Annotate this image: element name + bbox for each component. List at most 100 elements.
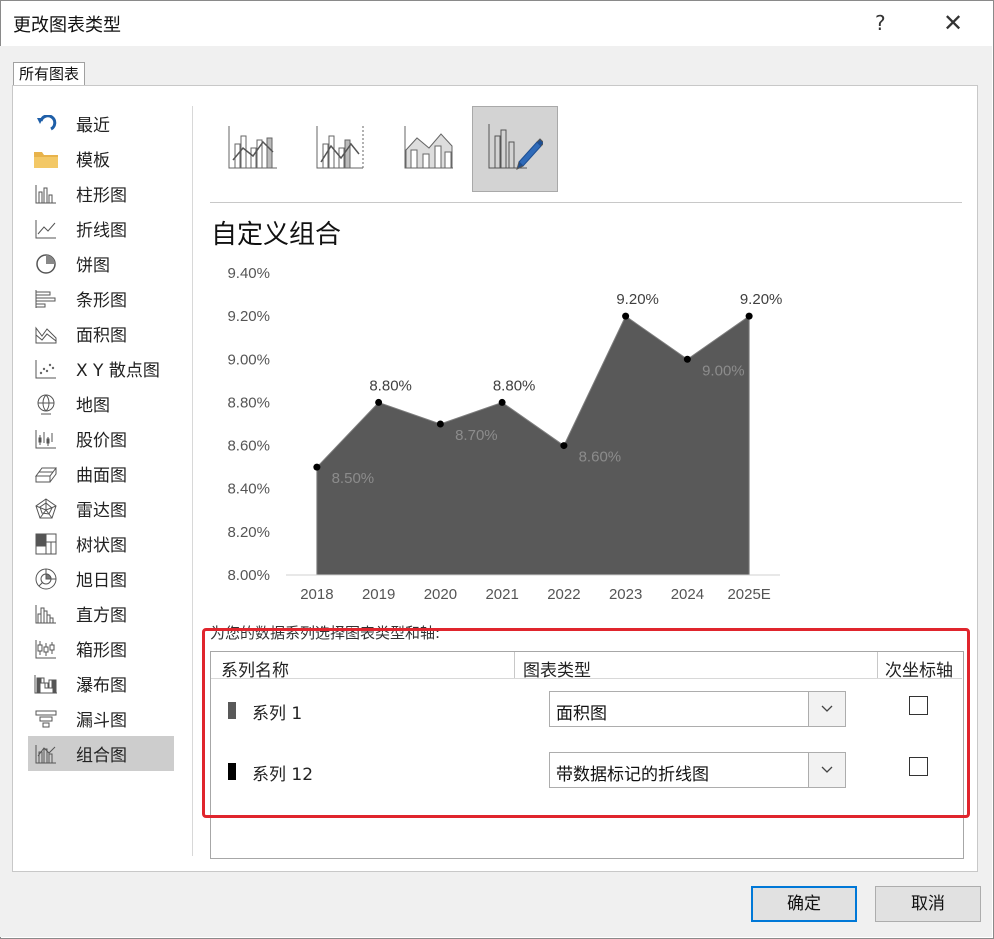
line-marker — [436, 420, 444, 428]
sunburst-chart-icon — [32, 568, 60, 590]
x-tick-label: 2022 — [547, 586, 580, 603]
line-marker — [498, 398, 506, 406]
help-button[interactable]: ? — [875, 11, 886, 35]
highlight-box — [202, 628, 970, 818]
tab-all-charts[interactable]: 所有图表 — [13, 62, 86, 85]
line-marker — [375, 398, 383, 406]
bar-chart-icon — [32, 288, 60, 310]
sidebar-item-bar[interactable]: 条形图 — [28, 281, 178, 316]
line-marker — [683, 355, 691, 363]
sidebar-item-surface[interactable]: 曲面图 — [28, 456, 178, 491]
stacked-area-clustered-column-icon — [403, 124, 455, 174]
ok-button[interactable]: 确定 — [751, 886, 857, 922]
sidebar-item-label: 直方图 — [76, 606, 127, 626]
sidebar-item-combo[interactable]: 组合图 — [28, 736, 174, 771]
gallery-divider — [210, 202, 962, 203]
sidebar-item-stock[interactable]: 股价图 — [28, 421, 178, 456]
area-series — [316, 315, 750, 576]
sidebar-item-column[interactable]: 柱形图 — [28, 176, 178, 211]
y-tick-label: 9.20% — [227, 308, 270, 325]
y-tick-label: 9.40% — [227, 265, 270, 282]
close-button[interactable]: ✕ — [943, 9, 963, 37]
treemap-chart-icon — [32, 533, 60, 555]
sidebar-item-label: X Y 散点图 — [76, 361, 160, 381]
recent-icon — [32, 113, 60, 135]
data-label: 9.20% — [616, 291, 659, 308]
radar-chart-icon — [32, 497, 60, 520]
data-label: 8.80% — [369, 377, 412, 394]
scatter-chart-icon — [32, 358, 60, 380]
sidebar-item-funnel[interactable]: 漏斗图 — [28, 701, 178, 736]
combo-heading: 自定义组合 — [211, 220, 342, 250]
x-tick-label: 2020 — [424, 586, 457, 603]
sidebar-item-label: 条形图 — [76, 291, 127, 311]
column-chart-icon — [32, 183, 60, 205]
y-tick-label: 8.00% — [227, 567, 270, 584]
y-tick-label: 8.40% — [227, 481, 270, 498]
y-tick-label: 8.60% — [227, 438, 270, 455]
area-chart-icon — [32, 323, 60, 345]
data-label: 8.70% — [455, 427, 498, 444]
stock-chart-icon — [32, 428, 60, 450]
y-tick-label: 9.00% — [227, 351, 270, 368]
x-tick-label: 2021 — [485, 586, 518, 603]
sidebar-item-label: 树状图 — [76, 536, 127, 556]
sidebar-item-templates[interactable]: 模板 — [28, 141, 178, 176]
x-tick-label: 2018 — [300, 586, 333, 603]
x-tick-label: 2019 — [362, 586, 395, 603]
sidebar-item-boxwhisker[interactable]: 箱形图 — [28, 631, 178, 666]
data-label: 9.00% — [702, 362, 745, 379]
line-marker — [560, 442, 568, 450]
line-marker — [622, 312, 630, 320]
sidebar-item-waterfall[interactable]: 瀑布图 — [28, 666, 178, 701]
y-tick-label: 8.20% — [227, 524, 270, 541]
subtype-clustered-column-line[interactable] — [210, 106, 296, 192]
sidebar-item-label: 旭日图 — [76, 571, 127, 591]
x-tick-label: 2025E — [727, 586, 770, 603]
dialog-title: 更改图表类型 — [13, 15, 121, 36]
chart-category-list: 最近 模板 柱形图 折线图 饼图 条形图 面积图 X Y 散点图 地图 股价图 … — [28, 106, 178, 771]
sidebar-item-area[interactable]: 面积图 — [28, 316, 178, 351]
chart-preview: 9.40% 9.20% 9.00% 8.80% 8.60% 8.40% 8.20% 8.00%… — [227, 265, 782, 603]
sidebar-item-label: 箱形图 — [76, 641, 127, 661]
line-marker — [745, 312, 753, 320]
sidebar-item-label: 瀑布图 — [76, 676, 127, 696]
data-label: 8.80% — [493, 377, 536, 394]
clustered-column-line-icon — [227, 124, 279, 174]
folder-icon — [32, 148, 60, 170]
sidebar-item-label: 地图 — [76, 396, 110, 416]
sidebar-item-label: 模板 — [76, 151, 110, 171]
map-chart-icon — [32, 393, 60, 415]
histogram-chart-icon — [32, 603, 60, 625]
sidebar-item-scatter[interactable]: X Y 散点图 — [28, 351, 178, 386]
data-label: 8.60% — [579, 449, 622, 466]
sidebar-item-label: 饼图 — [76, 256, 110, 276]
subtype-custom-combination[interactable] — [472, 106, 558, 192]
x-tick-label: 2024 — [671, 586, 704, 603]
sidebar-item-map[interactable]: 地图 — [28, 386, 178, 421]
sidebar-item-label: 漏斗图 — [76, 711, 127, 731]
surface-chart-icon — [32, 463, 60, 485]
sidebar-divider — [192, 106, 193, 856]
line-chart-icon — [32, 218, 60, 240]
sidebar-item-sunburst[interactable]: 旭日图 — [28, 561, 178, 596]
sidebar-item-label: 面积图 — [76, 326, 127, 346]
data-label: 8.50% — [332, 470, 375, 487]
sidebar-item-pie[interactable]: 饼图 — [28, 246, 178, 281]
cancel-button[interactable]: 取消 — [875, 886, 981, 922]
subtype-stacked-area-clustered-column[interactable] — [386, 106, 472, 192]
sidebar-item-label: 最近 — [76, 116, 110, 136]
sidebar-item-label: 折线图 — [76, 221, 127, 241]
sidebar-item-label: 组合图 — [76, 746, 127, 766]
sidebar-item-label: 雷达图 — [76, 501, 127, 521]
subtype-clustered-column-line-secondary[interactable] — [298, 106, 384, 192]
clustered-column-line-secondary-axis-icon — [315, 124, 367, 174]
sidebar-item-histogram[interactable]: 直方图 — [28, 596, 178, 631]
sidebar-item-line[interactable]: 折线图 — [28, 211, 178, 246]
sidebar-item-radar[interactable]: 雷达图 — [28, 491, 178, 526]
sidebar-item-label: 股价图 — [76, 431, 127, 451]
sidebar-item-treemap[interactable]: 树状图 — [28, 526, 178, 561]
sidebar-item-recent[interactable]: 最近 — [28, 106, 178, 141]
custom-combination-icon — [487, 122, 545, 176]
funnel-chart-icon — [32, 708, 60, 730]
